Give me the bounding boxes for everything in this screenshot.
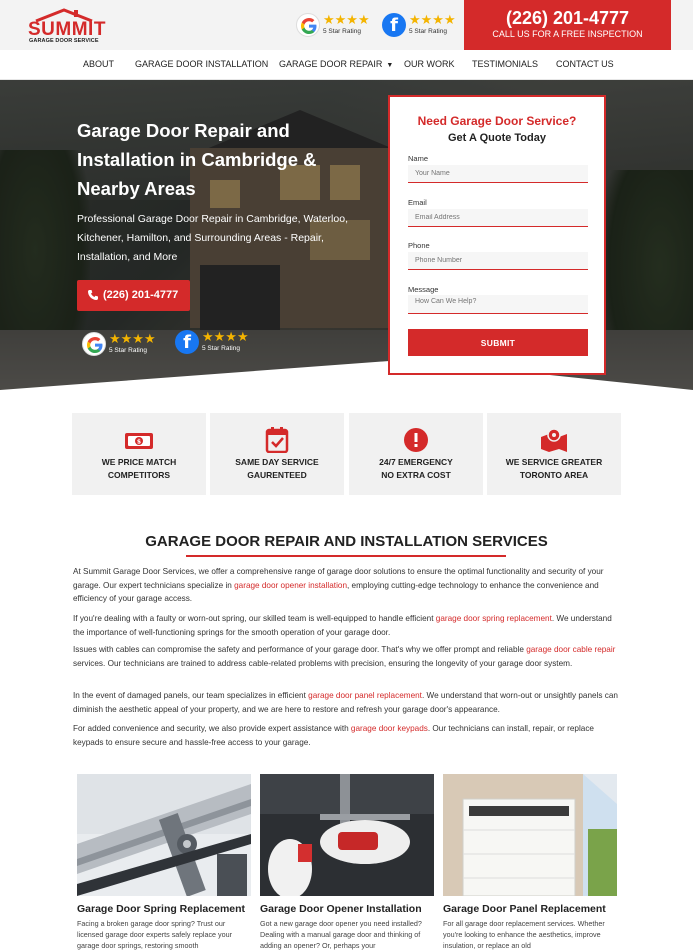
calendar-check-icon bbox=[265, 427, 289, 453]
services-title: GARAGE DOOR REPAIR AND INSTALLATION SERV… bbox=[145, 533, 548, 550]
feature-service-area: WE SERVICE GREATER TORONTO AREA bbox=[487, 413, 621, 495]
nav-garage-door-installation[interactable]: GARAGE DOOR INSTALLATION bbox=[135, 59, 268, 69]
hero-google-rating[interactable]: ★★★★ 5 Star Rating bbox=[82, 331, 162, 357]
hero-facebook-rating-label: 5 Star Rating bbox=[202, 345, 240, 352]
link-garage-door-panel-replacement[interactable]: garage door panel replacement bbox=[308, 691, 422, 700]
nav-our-work[interactable]: OUR WORK bbox=[404, 59, 455, 69]
name-field[interactable] bbox=[408, 165, 588, 183]
feature-same-day-text: SAME DAY SERVICE GAURENTEED bbox=[235, 457, 319, 480]
feature-service-area-text: WE SERVICE GREATER TORONTO AREA bbox=[505, 457, 603, 480]
nav-contact-us[interactable]: CONTACT US bbox=[556, 59, 614, 69]
hero-call-label: (226) 201-4777 bbox=[103, 289, 179, 301]
header-phone-cta: CALL US FOR A FREE INSPECTION bbox=[492, 29, 643, 39]
hero-facebook-stars: ★★★★ bbox=[202, 329, 249, 344]
header-phone-button[interactable]: (226) 201-4777 CALL US FOR A FREE INSPEC… bbox=[464, 0, 671, 50]
feature-emergency-text: 24/7 EMERGENCY NO EXTRA COST bbox=[379, 457, 453, 480]
header-phone-number: (226) 201-4777 bbox=[505, 8, 630, 28]
opener-installation-image bbox=[260, 774, 434, 896]
quote-form-subtitle: Get A Quote Today bbox=[448, 132, 546, 144]
paragraph-text: If you're dealing with a faulty or worn-… bbox=[73, 614, 436, 623]
nav-garage-door-repair[interactable]: GARAGE DOOR REPAIR ▼ bbox=[279, 59, 393, 69]
link-garage-door-spring-replacement[interactable]: garage door spring replacement bbox=[436, 614, 552, 623]
link-garage-door-keypads[interactable]: garage door keypads bbox=[351, 724, 428, 733]
map-pin-icon bbox=[541, 428, 567, 452]
phone-field-label: Phone bbox=[408, 241, 430, 250]
header-facebook-rating[interactable]: f ★★★★ 5 Star Rating bbox=[382, 12, 462, 38]
services-paragraph-1: At Summit Garage Door Services, we offer… bbox=[73, 565, 621, 606]
hero-google-rating-label: 5 Star Rating bbox=[109, 347, 147, 354]
email-field[interactable] bbox=[408, 209, 588, 227]
header-google-rating[interactable]: ★★★★ 5 Star Rating bbox=[296, 12, 376, 38]
message-field-label: Message bbox=[408, 285, 439, 294]
paragraph-text: services. Our technicians are trained to… bbox=[73, 658, 573, 668]
services-paragraph-2: If you're dealing with a faulty or worn-… bbox=[73, 612, 621, 639]
main-nav: ABOUT GARAGE DOOR INSTALLATION GARAGE DO… bbox=[0, 50, 693, 80]
service-card-panel-desc: For all garage door replacement services… bbox=[443, 919, 605, 951]
google-stars: ★★★★ bbox=[323, 12, 370, 27]
google-icon bbox=[296, 13, 320, 37]
services-paragraph-5: For added convenience and security, we a… bbox=[73, 722, 621, 749]
chevron-down-icon: ▼ bbox=[386, 62, 394, 69]
paragraph-text: Issues with cables can compromise the sa… bbox=[73, 645, 527, 654]
money-icon: $ bbox=[125, 433, 153, 449]
panel-replacement-image bbox=[443, 774, 617, 896]
phone-field[interactable] bbox=[408, 252, 588, 270]
google-rating-label: 5 Star Rating bbox=[323, 28, 361, 35]
name-field-label: Name bbox=[408, 154, 429, 163]
email-field-label: Email bbox=[408, 198, 427, 207]
service-card-opener-desc: Got a new garage door opener you need in… bbox=[260, 919, 422, 951]
services-title-underline bbox=[186, 555, 506, 557]
facebook-stars: ★★★★ bbox=[409, 12, 456, 27]
nav-about[interactable]: ABOUT bbox=[83, 59, 114, 69]
spring-replacement-image bbox=[77, 774, 251, 896]
alert-icon bbox=[404, 428, 428, 452]
nav-garage-door-repair-label: GARAGE DOOR REPAIR bbox=[279, 59, 383, 69]
nav-testimonials[interactable]: TESTIMONIALS bbox=[472, 59, 538, 69]
facebook-icon: f bbox=[175, 330, 199, 354]
hero-title: Garage Door Repair and Installation in C… bbox=[77, 120, 317, 199]
feature-emergency: 24/7 EMERGENCY NO EXTRA COST bbox=[349, 413, 483, 495]
top-bar: SUMMIT GARAGE DOOR SERVICE ★★★★ 5 Star R… bbox=[0, 0, 693, 50]
hero-call-button[interactable]: (226) 201-4777 bbox=[77, 280, 190, 311]
facebook-rating-label: 5 Star Rating bbox=[409, 28, 447, 35]
hero-facebook-rating[interactable]: f ★★★★ 5 Star Rating bbox=[175, 329, 255, 355]
hero-google-stars: ★★★★ bbox=[109, 331, 156, 346]
logo-tagline: GARAGE DOOR SERVICE bbox=[29, 38, 99, 44]
phone-icon bbox=[88, 290, 98, 300]
feature-price-match-text: WE PRICE MATCH COMPETITORS bbox=[101, 457, 177, 480]
feature-same-day: SAME DAY SERVICE GAURENTEED bbox=[210, 413, 344, 495]
services-paragraph-4: In the event of damaged panels, our team… bbox=[73, 689, 621, 716]
summit-logo[interactable]: SUMMIT GARAGE DOOR SERVICE bbox=[28, 8, 105, 44]
quote-form: Need Garage Door Service? Get A Quote To… bbox=[388, 95, 606, 375]
feature-price-match: $ WE PRICE MATCH COMPETITORS bbox=[72, 413, 206, 495]
link-garage-door-opener-installation[interactable]: garage door opener installation bbox=[234, 581, 347, 590]
paragraph-text: For added convenience and security, we a… bbox=[73, 724, 351, 733]
link-garage-door-cable-repair[interactable]: garage door cable repair bbox=[526, 645, 615, 654]
hero-description: Professional Garage Door Repair in Cambr… bbox=[77, 213, 348, 263]
service-card-opener-title: Garage Door Opener Installation bbox=[260, 903, 422, 915]
google-icon bbox=[82, 332, 106, 356]
submit-button[interactable]: SUBMIT bbox=[408, 329, 588, 356]
service-card-panel-title: Garage Door Panel Replacement bbox=[443, 903, 606, 915]
svg-text:$: $ bbox=[137, 439, 141, 446]
services-paragraph-3: Issues with cables can compromise the sa… bbox=[73, 643, 621, 670]
facebook-icon: f bbox=[382, 13, 406, 37]
service-card-spring-title: Garage Door Spring Replacement bbox=[77, 903, 246, 915]
quote-form-title: Need Garage Door Service? bbox=[417, 114, 577, 128]
message-field[interactable] bbox=[408, 295, 588, 314]
service-card-spring-desc: Facing a broken garage door spring? Trus… bbox=[77, 919, 233, 951]
paragraph-text: In the event of damaged panels, our team… bbox=[73, 691, 309, 700]
